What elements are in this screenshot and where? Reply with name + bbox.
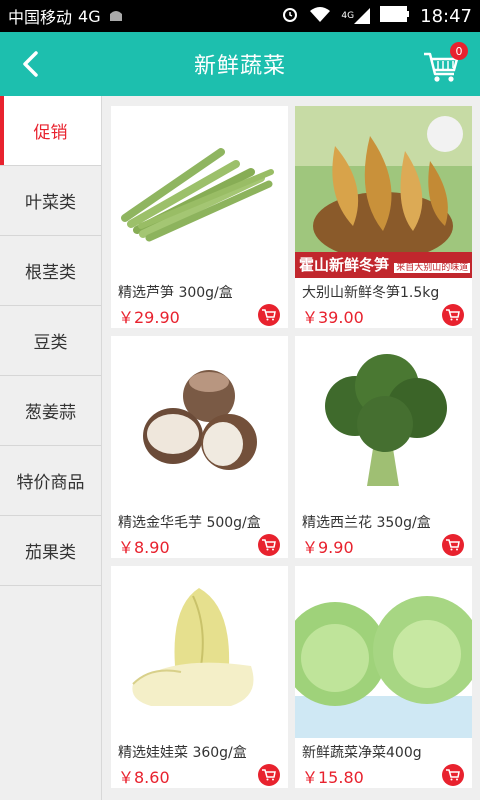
category-label: 根茎类 — [25, 263, 76, 283]
product-price: ￥8.90 — [118, 538, 170, 557]
product-name: 新鲜蔬菜净菜400g — [302, 745, 422, 761]
category-label: 叶菜类 — [25, 193, 76, 213]
product-price: ￥8.60 — [118, 768, 170, 787]
category-promotion[interactable]: 促销 — [0, 96, 101, 166]
category-label: 葱姜蒜 — [25, 403, 76, 423]
alarm-icon — [281, 5, 299, 27]
add-to-cart-button[interactable] — [442, 304, 464, 326]
cart-button[interactable]: 0 — [422, 42, 468, 86]
product-card[interactable]: 新鲜蔬菜净菜400g ￥15.80 — [295, 566, 472, 788]
product-name: 精选芦笋 300g/盒 — [118, 285, 233, 301]
wifi-icon — [309, 6, 331, 26]
cart-count-badge: 0 — [450, 42, 468, 60]
category-label: 特价商品 — [16, 473, 85, 493]
product-image-bamboo-shoots: 霍山新鲜冬笋 来自大别山的味道 — [295, 106, 472, 278]
signal-label: 4G — [341, 10, 355, 21]
status-icons: 4G 18:47 — [281, 5, 472, 27]
category-label: 促销 — [33, 123, 68, 143]
add-to-cart-button[interactable] — [442, 764, 464, 786]
status-bar: 中国移动 4G 4G 18:47 — [0, 0, 480, 32]
cart-icon — [262, 309, 276, 321]
carrier-name: 中国移动 — [8, 8, 73, 27]
battery-icon — [380, 6, 410, 26]
product-name: 大别山新鲜冬笋1.5kg — [302, 285, 440, 301]
category-label: 豆类 — [33, 333, 68, 353]
product-price: ￥15.80 — [302, 768, 364, 787]
product-name: 精选金华毛芋 500g/盒 — [118, 515, 261, 531]
back-arrow-icon — [23, 51, 38, 77]
product-card[interactable]: 精选娃娃菜 360g/盒 ￥8.60 — [111, 566, 288, 788]
product-image-asparagus — [111, 106, 288, 278]
category-specials[interactable]: 特价商品 — [0, 446, 101, 516]
android-icon — [107, 7, 125, 26]
category-label: 茄果类 — [25, 543, 76, 563]
back-button[interactable] — [10, 44, 50, 84]
cart-icon — [446, 539, 460, 551]
signal-icon: 4G — [341, 8, 371, 24]
add-to-cart-button[interactable] — [258, 534, 280, 556]
product-price: ￥29.90 — [118, 308, 180, 327]
product-card[interactable]: 精选金华毛芋 500g/盒 ￥8.90 — [111, 336, 288, 558]
carrier-info: 中国移动 4G — [8, 4, 125, 28]
product-price: ￥39.00 — [302, 308, 364, 327]
add-to-cart-button[interactable] — [258, 764, 280, 786]
cart-icon — [262, 539, 276, 551]
category-root[interactable]: 根茎类 — [0, 236, 101, 306]
cart-icon — [446, 769, 460, 781]
page-title: 新鲜蔬菜 — [193, 54, 286, 79]
product-banner: 霍山新鲜冬笋 来自大别山的味道 — [299, 254, 471, 275]
cart-icon — [446, 309, 460, 321]
product-image-baby-cabbage — [111, 566, 288, 738]
app-bar: 新鲜蔬菜 0 — [0, 32, 480, 96]
category-sidebar: 促销 叶菜类 根茎类 豆类 葱姜蒜 特价商品 茄果类 — [0, 96, 102, 800]
clock: 18:47 — [420, 5, 472, 27]
product-image-taro — [111, 336, 288, 508]
product-name: 精选西兰花 350g/盒 — [302, 515, 431, 531]
product-image-lettuce — [295, 566, 472, 738]
category-beans[interactable]: 豆类 — [0, 306, 101, 376]
product-name: 精选娃娃菜 360g/盒 — [118, 745, 247, 761]
add-to-cart-button[interactable] — [258, 304, 280, 326]
banner-title: 霍山新鲜冬笋 — [299, 256, 390, 274]
category-aromatics[interactable]: 葱姜蒜 — [0, 376, 101, 446]
product-card[interactable]: 霍山新鲜冬笋 来自大别山的味道 大别山新鲜冬笋1.5kg ￥39.00 — [295, 106, 472, 328]
product-card[interactable]: 精选西兰花 350g/盒 ￥9.90 — [295, 336, 472, 558]
cart-icon — [262, 769, 276, 781]
product-image-broccoli — [295, 336, 472, 508]
banner-subtitle: 来自大别山的味道 — [394, 263, 471, 273]
network-type: 4G — [78, 6, 101, 26]
category-leafy[interactable]: 叶菜类 — [0, 166, 101, 236]
product-price: ￥9.90 — [302, 538, 354, 557]
product-card[interactable]: 精选芦笋 300g/盒 ￥29.90 — [111, 106, 288, 328]
add-to-cart-button[interactable] — [442, 534, 464, 556]
category-nightshades[interactable]: 茄果类 — [0, 516, 101, 586]
